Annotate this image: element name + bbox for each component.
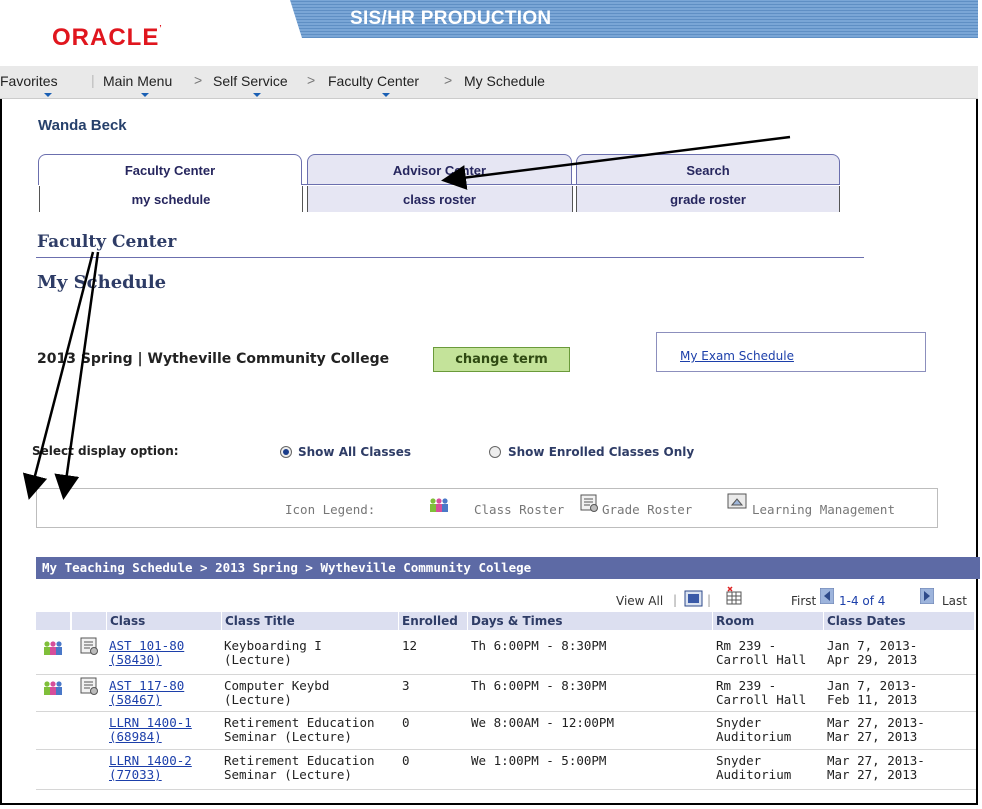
arrow-to-display-option xyxy=(54,251,100,500)
arrow-to-display-option xyxy=(22,251,95,500)
arrow-to-advisor-center xyxy=(441,135,791,190)
annotation-arrows xyxy=(22,135,791,500)
